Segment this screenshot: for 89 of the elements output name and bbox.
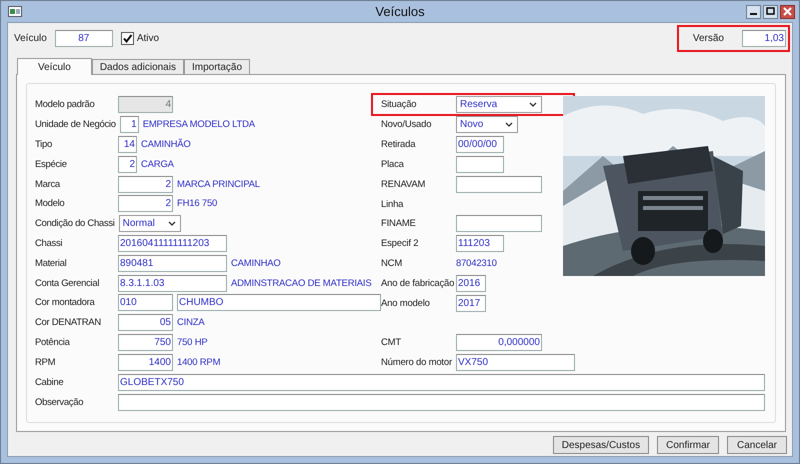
field-label: Cor montadora	[35, 297, 96, 308]
input-field[interactable]	[456, 176, 542, 193]
tab[interactable]: Veículo	[17, 58, 92, 75]
field-label: Potência	[35, 336, 71, 348]
field-label: Observação	[35, 396, 84, 408]
field-label: Ano modelo	[381, 298, 431, 309]
lookup-value: CAMINHAO	[231, 258, 281, 269]
field-label: Tipo	[35, 138, 53, 150]
lookup-value: 750 HP	[177, 336, 208, 348]
field-label: CMT	[381, 337, 402, 348]
action-button[interactable]: Cancelar	[727, 436, 787, 454]
lookup-value: CAMINHÃO	[141, 138, 191, 150]
field-label: Condição do Chassi	[35, 218, 115, 230]
field-label: Cor DENATRAN	[35, 317, 102, 328]
input-field[interactable]: 20160411111111203	[118, 234, 227, 252]
field-label: Linha	[381, 198, 404, 210]
field-label: Retirada	[381, 139, 416, 150]
field-label: Conta Gerencial	[35, 278, 100, 289]
caret-icon	[505, 122, 513, 128]
lookup-value: FH16 750	[177, 198, 218, 210]
lookup-value: ADMINSTRACAO DE MATERIAIS	[231, 278, 372, 289]
tab[interactable]: Dados adicionais	[92, 59, 184, 74]
minimize-button[interactable]	[746, 4, 761, 18]
dropdown[interactable]: Normal	[118, 215, 181, 232]
lookup-value: EMPRESA MODELO LTDA	[142, 119, 255, 130]
active-label: Ativo	[136, 32, 160, 44]
field-label: Número do motor	[381, 356, 452, 368]
caret-icon	[529, 102, 537, 107]
active-checkbox[interactable]	[120, 32, 134, 44]
field-label: Especif 2	[381, 238, 420, 250]
close-button[interactable]	[780, 4, 795, 18]
action-button[interactable]: Confirmar	[657, 436, 719, 454]
lookup-value: CINZA	[177, 317, 205, 328]
field-label: Novo/Usado	[381, 119, 432, 130]
version-label: Versão	[692, 32, 724, 44]
caret-icon	[168, 221, 176, 226]
lookup-value: MARCA PRINCIPAL	[177, 178, 260, 190]
field-label: NCM	[381, 258, 404, 269]
lookup-value: 1400 RPM	[177, 356, 220, 368]
field-label: FINAME	[381, 218, 417, 230]
field-label: Cabine	[35, 376, 64, 388]
vehicle-label: Veículo	[14, 32, 47, 44]
field-label: Ano de fabricação	[381, 278, 452, 289]
input-field[interactable]: 8.3.1.1.03	[118, 274, 227, 292]
input-field[interactable]: 1	[120, 116, 139, 134]
field-label: Modelo	[35, 198, 66, 210]
input-field[interactable]	[456, 215, 542, 232]
version-field[interactable]: 1,03	[742, 30, 786, 46]
input-field[interactable]: 890481	[118, 254, 227, 272]
lookup-value: 87042310	[456, 258, 497, 269]
maximize-icon	[766, 7, 775, 16]
input-field[interactable]: 1400	[118, 354, 173, 371]
vehicle-field[interactable]: 87	[54, 30, 113, 46]
dropdown[interactable]: Novo	[456, 116, 518, 134]
action-button[interactable]: Despesas/Custos	[552, 436, 650, 454]
close-icon	[783, 7, 792, 16]
field-label: Situação	[381, 99, 418, 110]
input-field[interactable]: 00/00/00	[456, 136, 504, 154]
field-label: RENAVAM	[381, 178, 426, 190]
input-field[interactable]: 2	[118, 195, 173, 212]
window-title: Veículos	[375, 4, 425, 19]
field-label: Placa	[381, 158, 405, 170]
input-field[interactable]: 0,000000	[456, 334, 542, 352]
app-icon	[8, 6, 22, 17]
input-field[interactable]: 2017	[456, 294, 486, 312]
dropdown[interactable]: Reserva	[456, 96, 542, 113]
input-field[interactable]	[118, 394, 765, 411]
input-field[interactable]: 2016	[456, 274, 486, 292]
input-field[interactable]: CHUMBO	[177, 294, 381, 312]
field-label: Material	[35, 258, 68, 269]
field-label: Unidade de Negócio	[35, 119, 116, 130]
maximize-button[interactable]	[763, 4, 778, 18]
field-label: RPM	[35, 356, 56, 368]
tab[interactable]: Importação	[184, 59, 250, 74]
input-field[interactable]: 750	[118, 334, 173, 351]
lookup-value: CARGA	[141, 158, 174, 170]
field-label: Marca	[35, 178, 62, 190]
field-label: Modelo padrão	[35, 99, 96, 110]
input-field[interactable]: 111203	[456, 235, 504, 252]
input-field[interactable]	[456, 156, 504, 173]
input-field[interactable]: VX750	[456, 354, 575, 371]
input-field[interactable]: 2	[118, 156, 137, 173]
field-label: Chassi	[35, 238, 64, 249]
input-field[interactable]: 010	[118, 294, 173, 312]
input-field[interactable]: GLOBETX750	[118, 374, 765, 391]
input-field[interactable]: 2	[118, 176, 173, 193]
input-field[interactable]: 05	[118, 314, 173, 332]
input-field[interactable]: 14	[118, 136, 137, 153]
field-label: Espécie	[35, 158, 68, 170]
